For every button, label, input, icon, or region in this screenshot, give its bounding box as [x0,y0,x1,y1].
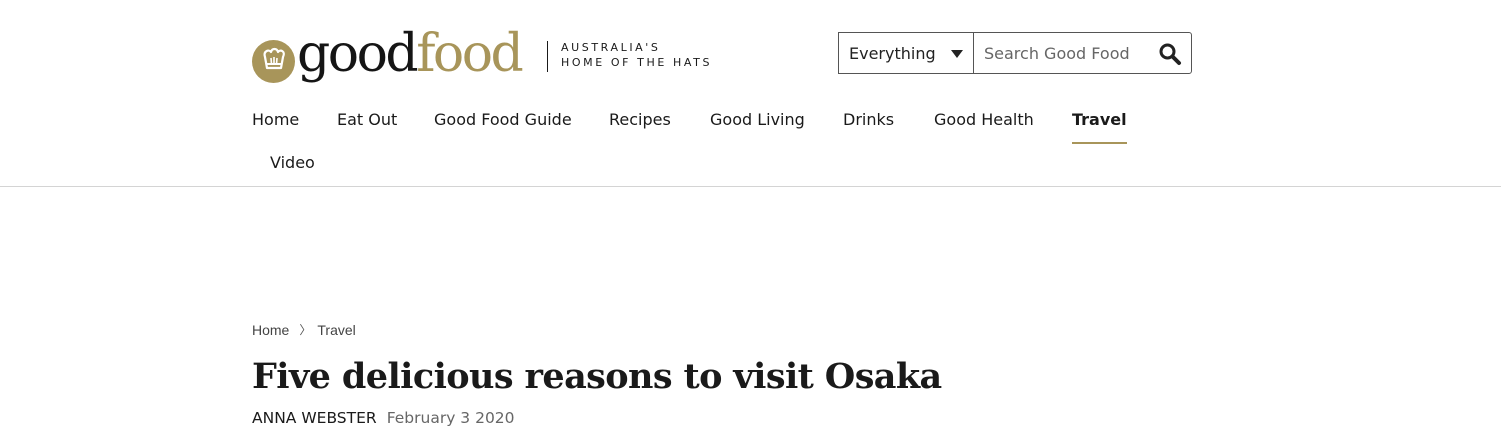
breadcrumb: Home 〉 Travel [252,321,356,338]
nav-item-eat-out[interactable]: Eat Out [337,108,397,132]
search-scope-select[interactable]: Everything [838,32,973,74]
tagline-line-1: AUSTRALIA'S [561,41,661,54]
article-byline: ANNA WEBSTER February 3 2020 [252,407,515,429]
nav-item-good-food-guide[interactable]: Good Food Guide [434,108,572,132]
logo-food-text: food [416,24,524,84]
nav-item-travel-label: Travel [1072,110,1127,129]
search-scope-value: Everything [849,43,936,63]
article-title: Five delicious reasons to visit Osaka [252,356,942,397]
search-placeholder: Search Good Food [984,43,1130,63]
good-food-logo[interactable]: goodfood AUSTRALIA'S HOME OF THE HATS [252,26,709,88]
search-icon[interactable] [1158,42,1182,70]
logo-good-text: good [297,24,419,84]
nav-item-recipes[interactable]: Recipes [609,108,671,132]
site-header: goodfood AUSTRALIA'S HOME OF THE HATS Ev… [0,0,1501,187]
nav-item-good-living[interactable]: Good Living [710,108,805,132]
chevron-right-icon: 〉 [299,323,312,337]
author-link[interactable]: ANNA WEBSTER [252,407,377,429]
search-bar: Everything Search Good Food [838,32,1192,74]
nav-item-drinks[interactable]: Drinks [843,108,894,132]
active-nav-underline [1072,142,1127,144]
breadcrumb-home[interactable]: Home [252,322,289,338]
nav-item-home[interactable]: Home [252,108,299,132]
nav-item-good-health[interactable]: Good Health [934,108,1034,132]
nav-item-travel[interactable]: Travel [1072,108,1127,144]
caret-down-icon [951,50,963,58]
search-input[interactable]: Search Good Food [973,32,1192,74]
logo-wordmark: goodfood [297,28,524,80]
publish-date: February 3 2020 [386,409,515,427]
breadcrumb-travel[interactable]: Travel [317,322,355,338]
logo-tagline: AUSTRALIA'S HOME OF THE HATS [561,40,712,70]
nav-item-video[interactable]: Video [270,151,315,175]
chef-hat-icon [252,39,295,83]
tagline-line-2: HOME OF THE HATS [561,56,713,69]
logo-divider [547,41,548,72]
